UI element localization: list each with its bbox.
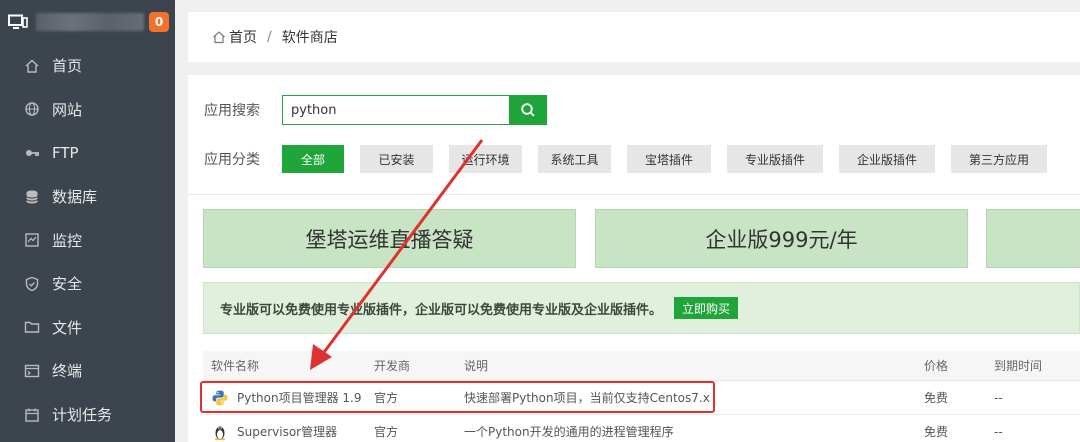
breadcrumb: 首页 / 软件商店 (188, 12, 1080, 62)
cell-price: 免费 (924, 391, 949, 405)
search-label: 应用搜索 (204, 103, 260, 119)
category-row: 应用分类 全部 已安装 运行环境 系统工具 宝塔插件 专业版插件 企业版插件 第… (204, 145, 1063, 173)
shield-icon (24, 276, 40, 292)
monitor-icon (24, 232, 40, 248)
banner-partial[interactable] (986, 209, 1080, 268)
divider (188, 194, 1080, 195)
search-icon (521, 103, 535, 117)
sidebar-item-monitor[interactable]: 监控 (0, 218, 175, 262)
sidebar-item-label: 网站 (52, 100, 83, 119)
home-icon (24, 58, 40, 74)
buy-now-button[interactable]: 立即购买 (674, 297, 739, 319)
notice-text: 专业版可以免费使用专业版插件，企业版可以免费使用专业版及企业版插件。 (220, 302, 663, 318)
upgrade-notice: 专业版可以免费使用专业版插件，企业版可以免费使用专业版及企业版插件。 立即购买 (203, 282, 1080, 334)
banner-enterprise-price[interactable]: 企业版999元/年 (595, 209, 968, 268)
database-icon (24, 189, 40, 205)
sidebar-item-terminal[interactable]: 终端 (0, 349, 175, 393)
app-name: Supervisor管理器 (237, 425, 338, 439)
table-row[interactable]: Supervisor管理器 官方 一个Python开发的通用的进程管理程序 免费… (203, 415, 1080, 442)
category-enterprise-plugins[interactable]: 企业版插件 (839, 145, 935, 173)
cell-developer: 官方 (374, 425, 399, 439)
banner-live-qa[interactable]: 堡塔运维直播答疑 (203, 209, 576, 268)
category-system-tools[interactable]: 系统工具 (538, 145, 611, 173)
calendar-icon (24, 407, 40, 423)
sidebar-item-label: 数据库 (52, 188, 98, 207)
header-price: 价格 (924, 359, 949, 373)
search-button[interactable] (509, 95, 547, 125)
sidebar-header: 0 (0, 0, 175, 44)
annotation-highlight-box (200, 381, 715, 413)
category-third-party[interactable]: 第三方应用 (951, 145, 1047, 173)
breadcrumb-home[interactable]: 首页 (229, 27, 257, 47)
category-runtime[interactable]: 运行环境 (449, 145, 522, 173)
cell-name: Supervisor管理器 (203, 423, 374, 441)
cell-description: 一个Python开发的通用的进程管理程序 (464, 425, 674, 439)
cell-expiry: -- (994, 424, 1003, 439)
category-bt-plugins[interactable]: 宝塔插件 (627, 145, 711, 173)
sidebar-item-label: 安全 (52, 275, 83, 294)
header-name: 软件名称 (211, 359, 260, 373)
table-header: 软件名称 开发商 说明 价格 到期时间 (203, 351, 1080, 381)
header-expiry: 到期时间 (994, 359, 1043, 373)
sidebar-item-home[interactable]: 首页 (0, 44, 175, 88)
sidebar-item-database[interactable]: 数据库 (0, 175, 175, 219)
cell-price: 免费 (924, 425, 949, 439)
sidebar-item-label: 文件 (52, 318, 83, 337)
sidebar: 0 首页 网站 FTP 数据库 监控 安全 文件 终端 计划任务 (0, 0, 175, 442)
category-all[interactable]: 全部 (282, 145, 344, 173)
breadcrumb-current: 软件商店 (281, 30, 338, 46)
globe-icon (24, 101, 40, 117)
category-installed[interactable]: 已安装 (360, 145, 433, 173)
notification-badge[interactable]: 0 (149, 12, 169, 32)
header-developer: 开发商 (374, 359, 411, 373)
search-row: 应用搜索 python (204, 95, 547, 125)
sidebar-item-label: 终端 (52, 362, 83, 381)
category-label: 应用分类 (204, 152, 260, 168)
sidebar-item-label: 计划任务 (52, 406, 113, 425)
sidebar-item-website[interactable]: 网站 (0, 88, 175, 132)
ftp-icon (24, 145, 40, 161)
sidebar-item-files[interactable]: 文件 (0, 306, 175, 350)
linux-icon (211, 423, 229, 441)
sidebar-item-cron[interactable]: 计划任务 (0, 393, 175, 437)
cell-expiry: -- (994, 390, 1003, 405)
search-input[interactable]: python (282, 95, 509, 125)
monitor-icon (8, 14, 28, 29)
sidebar-nav: 首页 网站 FTP 数据库 监控 安全 文件 终端 计划任务 (0, 44, 175, 436)
server-name-blurred (36, 13, 144, 31)
sidebar-item-label: 监控 (52, 231, 83, 250)
header-description: 说明 (464, 359, 489, 373)
sidebar-item-security[interactable]: 安全 (0, 262, 175, 306)
sidebar-item-label: 首页 (52, 57, 83, 76)
sidebar-item-ftp[interactable]: FTP (0, 131, 175, 175)
category-pro-plugins[interactable]: 专业版插件 (727, 145, 823, 173)
terminal-icon (24, 363, 40, 379)
breadcrumb-separator: / (267, 29, 272, 45)
folder-icon (24, 319, 40, 335)
home-icon (213, 31, 225, 44)
sidebar-item-label: FTP (52, 143, 79, 162)
